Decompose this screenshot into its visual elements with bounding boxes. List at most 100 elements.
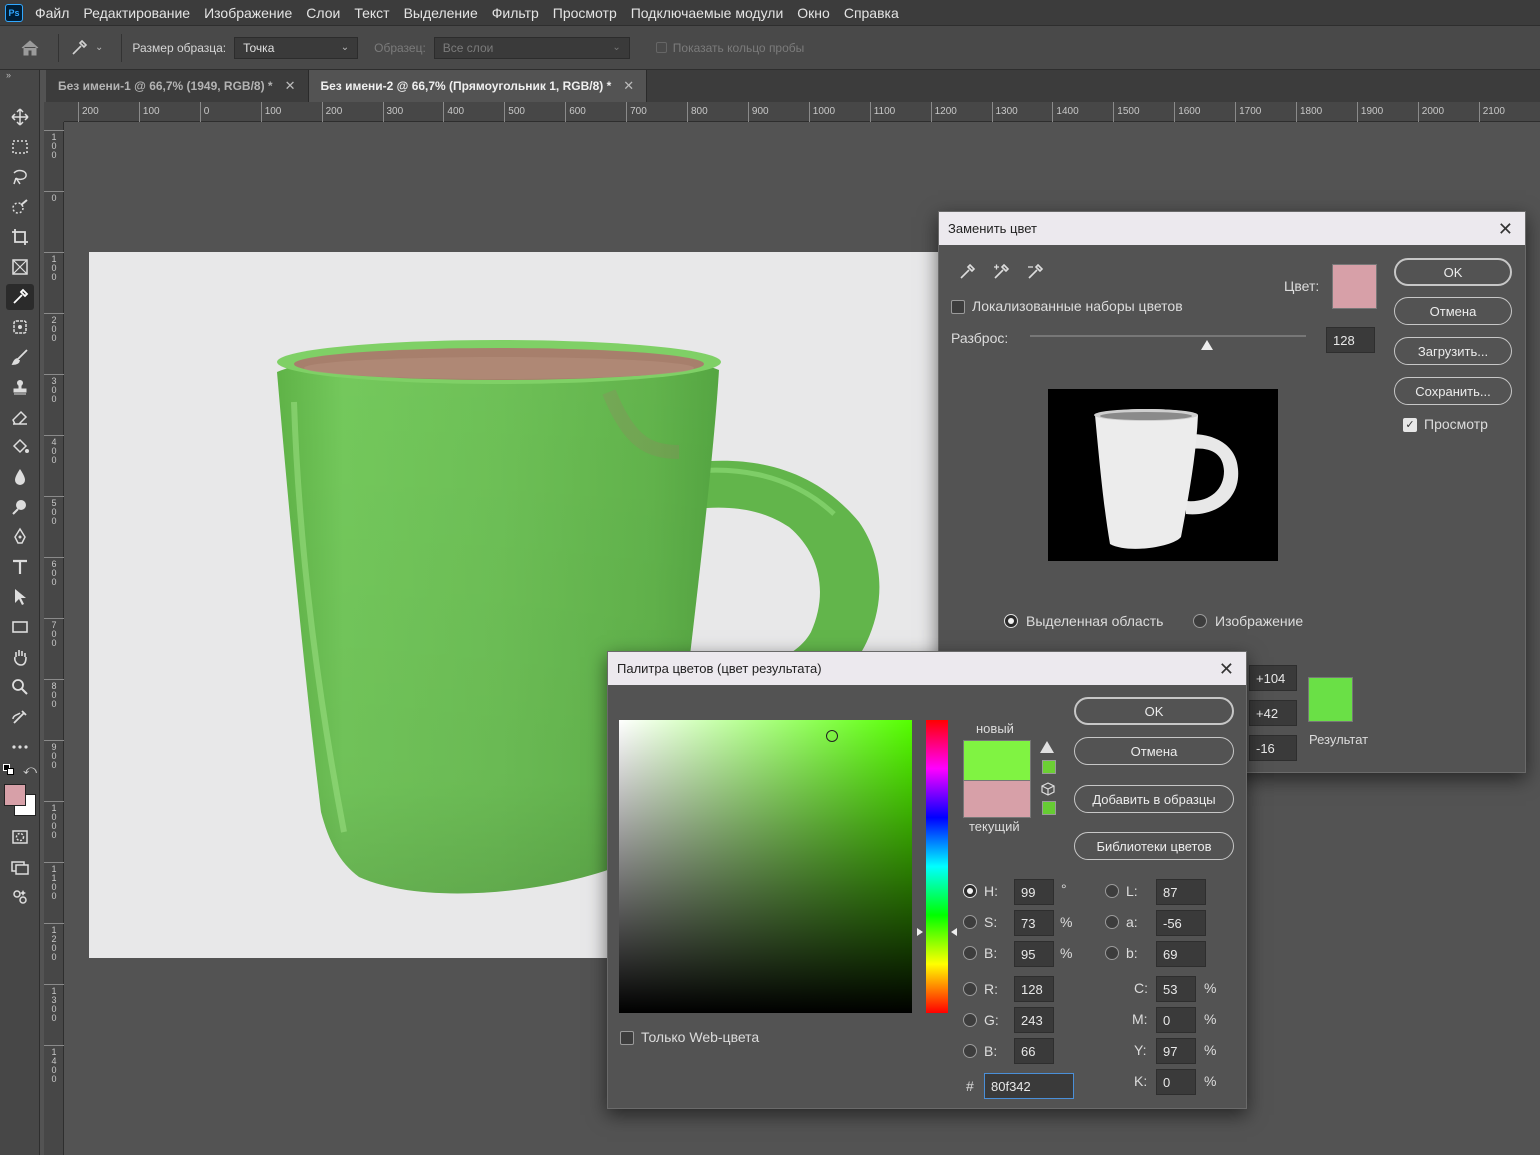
green-value-input[interactable]: 243 (1014, 1007, 1054, 1033)
healing-brush-tool-icon[interactable] (6, 314, 34, 340)
ok-button[interactable]: OK (1394, 258, 1512, 286)
close-icon[interactable]: ✕ (285, 78, 296, 94)
load-button[interactable]: Загрузить... (1394, 337, 1512, 365)
eyedropper-minus-icon[interactable] (1025, 262, 1045, 285)
home-icon[interactable] (12, 33, 48, 63)
menu-file[interactable]: Файл (35, 5, 69, 21)
swap-colors-icon[interactable]: ⤺ (23, 762, 37, 778)
sample-size-select[interactable]: Точка ⌄ (234, 36, 359, 59)
brightness-value-input[interactable]: 95 (1014, 941, 1054, 967)
saturation-value-input[interactable]: 73 (1014, 910, 1054, 936)
magenta-input[interactable]: 0 (1156, 1007, 1196, 1033)
pen-tool-icon[interactable] (6, 524, 34, 550)
screen-mode-icon[interactable] (6, 854, 34, 880)
eyedropper-plus-icon[interactable] (991, 262, 1011, 285)
menu-view[interactable]: Просмотр (553, 5, 617, 21)
edit-toolbar-icon[interactable] (6, 704, 34, 730)
target-color-swatch[interactable] (1332, 264, 1377, 309)
eraser-tool-icon[interactable] (6, 404, 34, 430)
blue-radio[interactable] (963, 1044, 977, 1058)
fuzziness-slider-handle[interactable] (1201, 340, 1213, 350)
crop-tool-icon[interactable] (6, 224, 34, 250)
hue-input[interactable]: +104 (1249, 665, 1297, 691)
yellow-input[interactable]: 97 (1156, 1038, 1196, 1064)
clone-stamp-tool-icon[interactable] (6, 374, 34, 400)
hue-slider[interactable] (926, 720, 948, 1013)
save-button[interactable]: Сохранить... (1394, 377, 1512, 405)
red-radio[interactable] (963, 982, 977, 996)
paint-bucket-tool-icon[interactable] (6, 434, 34, 460)
tab-document-2[interactable]: Без имени-2 @ 66,7% (Прямоугольник 1, RG… (308, 70, 648, 102)
current-color-swatch[interactable] (963, 780, 1031, 818)
zoom-tool-icon[interactable] (6, 674, 34, 700)
hue-slider-right-arrow[interactable] (951, 928, 957, 936)
menu-layers[interactable]: Слои (306, 5, 340, 21)
result-color-swatch[interactable] (1308, 677, 1353, 722)
hex-input[interactable]: 80f342 (984, 1073, 1074, 1099)
lab-a-input[interactable]: -56 (1156, 910, 1206, 936)
lightness-input[interactable]: -16 (1249, 735, 1297, 761)
generative-fill-icon[interactable] (6, 884, 34, 910)
quick-mask-icon[interactable] (6, 824, 34, 850)
web-colors-only-checkbox[interactable] (620, 1031, 634, 1045)
gamut-color-swatch[interactable] (1042, 760, 1056, 774)
tab-document-1[interactable]: Без имени-1 @ 66,7% (1949, RGB/8) * ✕ (46, 70, 309, 102)
move-tool-icon[interactable] (6, 104, 34, 130)
gamut-warning-icon[interactable] (1040, 741, 1054, 753)
type-tool-icon[interactable] (6, 554, 34, 580)
lab-b-input[interactable]: 69 (1156, 941, 1206, 967)
hue-slider-left-arrow[interactable] (917, 928, 923, 936)
collapse-icon[interactable]: » (6, 70, 11, 80)
fuzziness-input[interactable]: 128 (1326, 327, 1375, 353)
color-field[interactable] (619, 720, 912, 1013)
brush-tool-icon[interactable] (6, 344, 34, 370)
image-radio[interactable] (1193, 614, 1207, 628)
green-radio[interactable] (963, 1013, 977, 1027)
cancel-button[interactable]: Отмена (1394, 297, 1512, 325)
menu-select[interactable]: Выделение (404, 5, 478, 21)
cyan-input[interactable]: 53 (1156, 976, 1196, 1002)
close-icon[interactable]: ✕ (1219, 659, 1234, 680)
sample-select[interactable]: Все слои ⌄ (433, 36, 630, 59)
menu-window[interactable]: Окно (797, 5, 830, 21)
localized-clusters-checkbox[interactable] (951, 300, 965, 314)
foreground-color-swatch[interactable] (4, 784, 26, 806)
selection-radio[interactable] (1004, 614, 1018, 628)
marquee-tool-icon[interactable] (6, 134, 34, 160)
lasso-tool-icon[interactable] (6, 164, 34, 190)
lab-l-input[interactable]: 87 (1156, 879, 1206, 905)
menu-type[interactable]: Текст (354, 5, 389, 21)
brightness-radio[interactable] (963, 946, 977, 960)
black-input[interactable]: 0 (1156, 1069, 1196, 1095)
lab-l-radio[interactable] (1105, 884, 1119, 898)
hand-tool-icon[interactable] (6, 644, 34, 670)
ok-button[interactable]: OK (1074, 697, 1234, 725)
hue-value-input[interactable]: 99 (1014, 879, 1054, 905)
red-value-input[interactable]: 128 (1014, 976, 1054, 1002)
blur-tool-icon[interactable] (6, 464, 34, 490)
lab-b-radio[interactable] (1105, 946, 1119, 960)
eyedropper-tool-icon[interactable] (6, 284, 34, 310)
color-libraries-button[interactable]: Библиотеки цветов (1074, 832, 1234, 860)
dodge-tool-icon[interactable] (6, 494, 34, 520)
hue-radio[interactable] (963, 884, 977, 898)
cancel-button[interactable]: Отмена (1074, 737, 1234, 765)
vertical-ruler[interactable]: 1 0 0 0 1 0 0 2 0 0 3 0 0 4 0 0 5 0 0 6 0 0 7 0 … (44, 122, 64, 1155)
path-selection-tool-icon[interactable] (6, 584, 34, 610)
eyedropper-preset-icon[interactable]: ⌄ (69, 38, 103, 58)
show-ring-checkbox[interactable] (655, 42, 667, 53)
add-to-swatches-button[interactable]: Добавить в образцы (1074, 785, 1234, 813)
web-safe-color-swatch[interactable] (1042, 801, 1056, 815)
menu-image[interactable]: Изображение (204, 5, 292, 21)
lab-a-radio[interactable] (1105, 915, 1119, 929)
eyedropper-icon[interactable] (957, 262, 977, 285)
menu-help[interactable]: Справка (844, 5, 899, 21)
frame-tool-icon[interactable] (6, 254, 34, 280)
default-colors-icon[interactable] (3, 764, 15, 776)
saturation-input[interactable]: +42 (1249, 700, 1297, 726)
blue-value-input[interactable]: 66 (1014, 1038, 1054, 1064)
preview-checkbox[interactable]: ✓ (1403, 418, 1417, 432)
close-icon[interactable]: ✕ (1498, 219, 1513, 240)
close-icon[interactable]: ✕ (623, 78, 634, 94)
fuzziness-slider[interactable] (1030, 335, 1306, 337)
